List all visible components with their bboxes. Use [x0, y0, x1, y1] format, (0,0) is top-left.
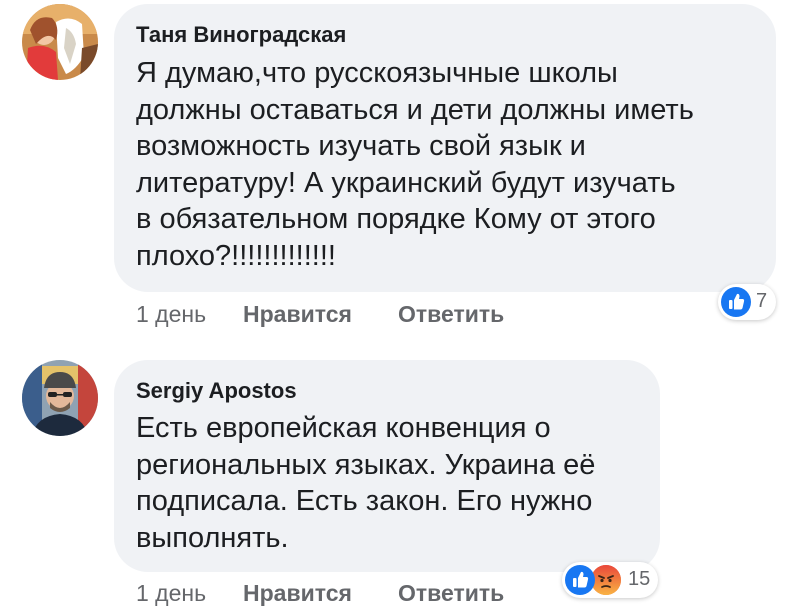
- comment-time[interactable]: 1 день: [136, 301, 206, 328]
- like-icon: [721, 287, 751, 317]
- reactions-summary[interactable]: 7: [718, 284, 776, 320]
- reaction-count: 15: [628, 568, 651, 590]
- reactions-summary[interactable]: 15: [562, 562, 658, 598]
- avatar[interactable]: [22, 4, 98, 80]
- reply-link[interactable]: Ответить: [398, 301, 504, 328]
- reply-link[interactable]: Ответить: [398, 580, 504, 607]
- comment-time[interactable]: 1 день: [136, 580, 206, 607]
- comment-author[interactable]: Sergiy Apostos: [136, 378, 297, 404]
- reaction-count: 7: [756, 290, 768, 312]
- like-icon: [565, 565, 595, 595]
- comment-text: Есть европейская конвенция о региональны…: [136, 412, 596, 554]
- comment-author[interactable]: Таня Виноградская: [136, 22, 346, 48]
- angry-icon: [591, 565, 621, 595]
- comment-bubble: [114, 360, 660, 572]
- comment-text: Я думаю,что русскоязычные школы должны о…: [136, 57, 694, 272]
- like-link[interactable]: Нравится: [243, 301, 352, 328]
- like-link[interactable]: Нравится: [243, 580, 352, 607]
- avatar[interactable]: [22, 360, 98, 436]
- comment: Таня Виноградская Я думаю,что русскоязыч…: [0, 0, 800, 340]
